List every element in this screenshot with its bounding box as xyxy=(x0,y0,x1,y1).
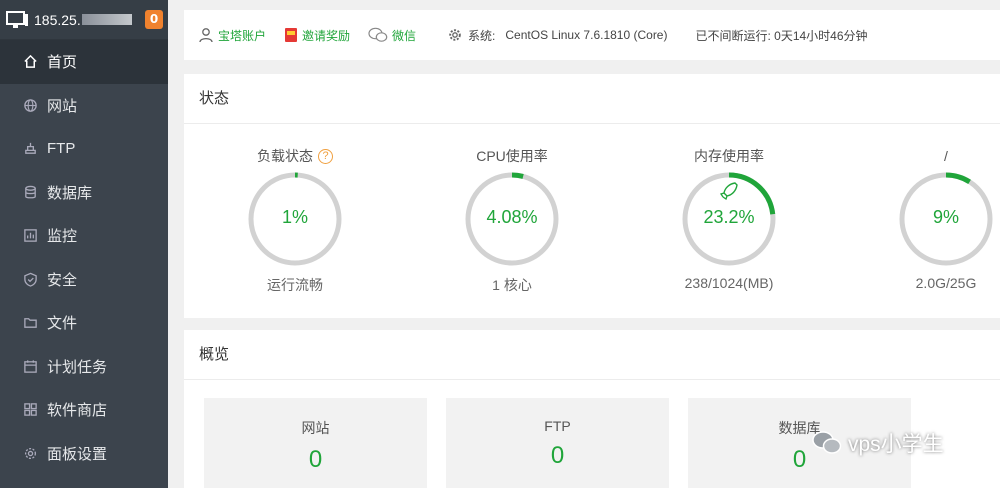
database-icon xyxy=(22,184,38,200)
sidebar: 185.25. 0 首页 网站 FTP 数据库 监控 安全 文件 计划任务 软件… xyxy=(0,0,168,488)
sidebar-item-label: FTP xyxy=(47,140,76,158)
sidebar-item-appstore[interactable]: 软件商店 xyxy=(0,388,168,432)
gauge-value: 9% xyxy=(932,207,959,227)
sidebar-item-website[interactable]: 网站 xyxy=(0,84,168,128)
gauge-ring: 23.2% xyxy=(679,169,779,269)
watermark: vps小学生 xyxy=(812,428,944,458)
load-gauge[interactable]: 负载状态? 1% 运行流畅 xyxy=(215,146,375,295)
gauges-row: 负载状态? 1% 运行流畅 CPU使用率 4.08% 1 核心 内存使用率 23… xyxy=(184,124,1000,318)
monitor-chart-icon xyxy=(22,228,38,244)
system-info: 系统: CentOS Linux 7.6.1810 (Core) xyxy=(448,27,667,44)
memory-gauge[interactable]: 内存使用率 23.2% 238/1024(MB) xyxy=(649,146,809,291)
account-link[interactable]: 宝塔账户 xyxy=(198,27,266,44)
overview-count: 0 xyxy=(308,446,323,473)
main-content: 宝塔账户 邀请奖励 微信 系统: CentOS Linux 7.6.1810 (… xyxy=(168,0,1000,488)
sidebar-item-monitor[interactable]: 监控 xyxy=(0,214,168,258)
wechat-logo-icon xyxy=(812,431,842,454)
sidebar-item-label: 安全 xyxy=(47,271,78,289)
sidebar-item-label: 首页 xyxy=(47,54,78,72)
monitor-icon xyxy=(6,10,28,29)
gauge-subtext: 238/1024(MB) xyxy=(684,275,774,291)
gauge-value: 23.2% xyxy=(703,207,755,227)
ip-redaction xyxy=(81,14,132,25)
sidebar-menu: 首页 网站 FTP 数据库 监控 安全 文件 计划任务 软件商店 面板设置 xyxy=(0,40,168,475)
folder-icon xyxy=(22,315,38,331)
sidebar-item-label: 软件商店 xyxy=(47,402,108,420)
sidebar-item-database[interactable]: 数据库 xyxy=(0,171,168,215)
home-icon xyxy=(22,54,38,70)
gauge-subtext: 运行流畅 xyxy=(267,277,323,293)
wechat-icon xyxy=(368,27,388,42)
overview-website-box[interactable]: 网站 0 xyxy=(204,398,427,488)
sidebar-item-label: 监控 xyxy=(47,228,78,246)
ftp-icon xyxy=(22,141,38,157)
top-info-bar: 宝塔账户 邀请奖励 微信 系统: CentOS Linux 7.6.1810 (… xyxy=(184,10,1000,60)
gauge-title: 负载状态 xyxy=(257,148,313,164)
overview-ftp-box[interactable]: FTP 0 xyxy=(446,398,669,488)
gear-icon xyxy=(22,445,38,461)
apps-grid-icon xyxy=(22,402,38,418)
shield-icon xyxy=(22,271,38,287)
sidebar-item-ftp[interactable]: FTP xyxy=(0,127,168,171)
sidebar-item-settings[interactable]: 面板设置 xyxy=(0,432,168,476)
disk-gauge[interactable]: / 9% 2.0G/25G xyxy=(866,146,1000,291)
wechat-label: 微信 xyxy=(392,28,417,43)
overview-panel: 概览 网站 0 FTP 0 数据库 0 xyxy=(184,330,1000,488)
gauge-title: / xyxy=(944,148,948,164)
gauge-ring: 4.08% xyxy=(462,169,562,269)
server-header: 185.25. xyxy=(0,0,168,40)
calendar-icon xyxy=(22,358,38,374)
user-icon xyxy=(199,28,213,43)
gauge-subtext: 2.0G/25G xyxy=(915,275,977,291)
overview-title: 概览 xyxy=(184,330,1000,380)
invite-link[interactable]: 邀请奖励 xyxy=(284,27,350,44)
gauge-ring: 1% xyxy=(245,169,345,269)
gauge-value: 4.08% xyxy=(486,207,538,227)
status-panel: 状态 负载状态? 1% 运行流畅 CPU使用率 4.08% 1 核心 内存使用率 xyxy=(184,74,1000,318)
sidebar-item-label: 面板设置 xyxy=(47,445,108,463)
cpu-gauge[interactable]: CPU使用率 4.08% 1 核心 xyxy=(432,146,592,295)
sidebar-item-home[interactable]: 首页 xyxy=(0,40,168,84)
sidebar-item-security[interactable]: 安全 xyxy=(0,258,168,302)
sidebar-item-cron[interactable]: 计划任务 xyxy=(0,345,168,389)
overview-label: FTP xyxy=(544,418,571,434)
overview-label: 网站 xyxy=(301,420,330,436)
gauge-title: CPU使用率 xyxy=(476,148,548,164)
sidebar-item-label: 数据库 xyxy=(47,184,93,202)
system-label: 系统: xyxy=(468,28,496,43)
gauge-subtext: 1 核心 xyxy=(492,277,532,293)
gauge-ring: 9% xyxy=(896,169,996,269)
sidebar-item-label: 网站 xyxy=(47,97,78,115)
sidebar-item-label: 计划任务 xyxy=(47,358,108,376)
server-ip: 185.25. xyxy=(34,11,81,28)
watermark-text: vps小学生 xyxy=(848,433,944,456)
gauge-value: 1% xyxy=(281,207,308,227)
account-label: 宝塔账户 xyxy=(218,28,267,43)
overview-count: 0 xyxy=(550,442,565,469)
help-icon[interactable]: ? xyxy=(318,148,333,164)
system-value: CentOS Linux 7.6.1810 (Core) xyxy=(505,28,668,42)
status-title: 状态 xyxy=(184,74,1000,124)
notification-badge[interactable]: 0 xyxy=(145,10,163,29)
sidebar-item-label: 文件 xyxy=(47,315,78,333)
gift-icon xyxy=(285,28,298,42)
sidebar-item-files[interactable]: 文件 xyxy=(0,301,168,345)
wechat-link[interactable]: 微信 xyxy=(368,27,416,44)
gauge-title: 内存使用率 xyxy=(694,148,764,164)
gear-icon xyxy=(449,29,461,41)
globe-icon xyxy=(22,97,38,113)
invite-label: 邀请奖励 xyxy=(302,28,351,43)
uptime-text: 已不间断运行: 0天14小时46分钟 xyxy=(695,28,868,43)
